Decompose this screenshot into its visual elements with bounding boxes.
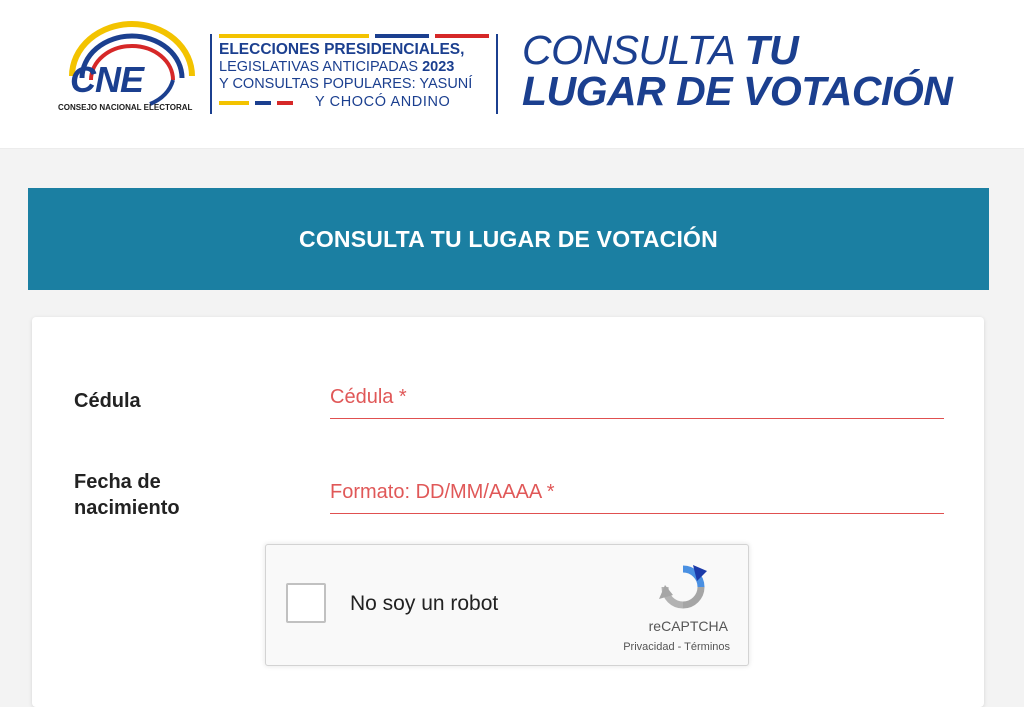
consulta-form: Cédula Fecha de nacimiento No soy un rob… — [32, 317, 984, 707]
recaptcha-logo-icon — [659, 565, 707, 609]
fecha-field-wrapper — [330, 465, 944, 514]
election-line-2-text: LEGISLATIVAS ANTICIPADAS — [219, 59, 419, 75]
header-divider-left — [210, 34, 212, 114]
recaptcha-widget: No soy un robot reCAPTCHA Privacidad - T… — [265, 544, 749, 666]
header-divider-right — [496, 34, 498, 114]
flag-mark-yellow — [219, 101, 249, 105]
fecha-label-line-2: nacimiento — [74, 497, 180, 519]
fecha-nacimiento-input[interactable] — [330, 477, 944, 507]
cne-logo-letters: CNE — [70, 59, 144, 100]
election-line-1: ELECCIONES PRESIDENCIALES, — [219, 41, 465, 58]
cedula-field-wrapper — [330, 370, 944, 419]
recaptcha-links-separator: - — [674, 641, 685, 653]
election-line-4: Y CHOCÓ ANDINO — [315, 94, 451, 110]
flag-mark-blue — [255, 101, 271, 105]
recaptcha-privacy-link[interactable]: Privacidad — [623, 641, 674, 653]
cedula-input[interactable] — [330, 382, 944, 412]
page-banner: CONSULTA TU LUGAR DE VOTACIÓN — [28, 188, 989, 290]
fecha-label-line-1: Fecha de — [74, 471, 161, 493]
banner-title: CONSULTA TU LUGAR DE VOTACIÓN — [299, 225, 718, 252]
site-header: CNE CONSEJO NACIONAL ELECTORAL ELECCIONE… — [0, 0, 1024, 149]
flag-bar-yellow — [219, 34, 369, 38]
election-year: 2023 — [422, 59, 455, 75]
header-title: CONSULTA TU LUGAR DE VOTACIÓN — [522, 30, 962, 112]
fecha-nacimiento-label: Fecha de nacimiento — [74, 469, 180, 521]
flag-bar-blue — [375, 34, 429, 38]
recaptcha-checkbox[interactable] — [286, 583, 326, 623]
header-title-line-2: LUGAR DE VOTACIÓN — [522, 68, 953, 114]
cne-logo-subtitle: CONSEJO NACIONAL ELECTORAL — [58, 103, 193, 112]
flag-bar-red — [435, 34, 489, 38]
header-title-bold: TU — [744, 27, 799, 73]
recaptcha-brand: reCAPTCHA — [648, 618, 728, 634]
header-title-light: CONSULTA — [522, 27, 734, 73]
recaptcha-label: No soy un robot — [350, 592, 499, 615]
election-badge: ELECCIONES PRESIDENCIALES, LEGISLATIVAS … — [219, 34, 493, 116]
election-line-3: Y CONSULTAS POPULARES: YASUNÍ — [219, 76, 473, 92]
recaptcha-links: Privacidad - Términos — [623, 641, 730, 653]
cedula-label: Cédula — [74, 390, 141, 412]
recaptcha-terms-link[interactable]: Términos — [684, 641, 730, 653]
flag-mark-red — [277, 101, 293, 105]
election-line-2: LEGISLATIVAS ANTICIPADAS 2023 — [219, 59, 454, 75]
